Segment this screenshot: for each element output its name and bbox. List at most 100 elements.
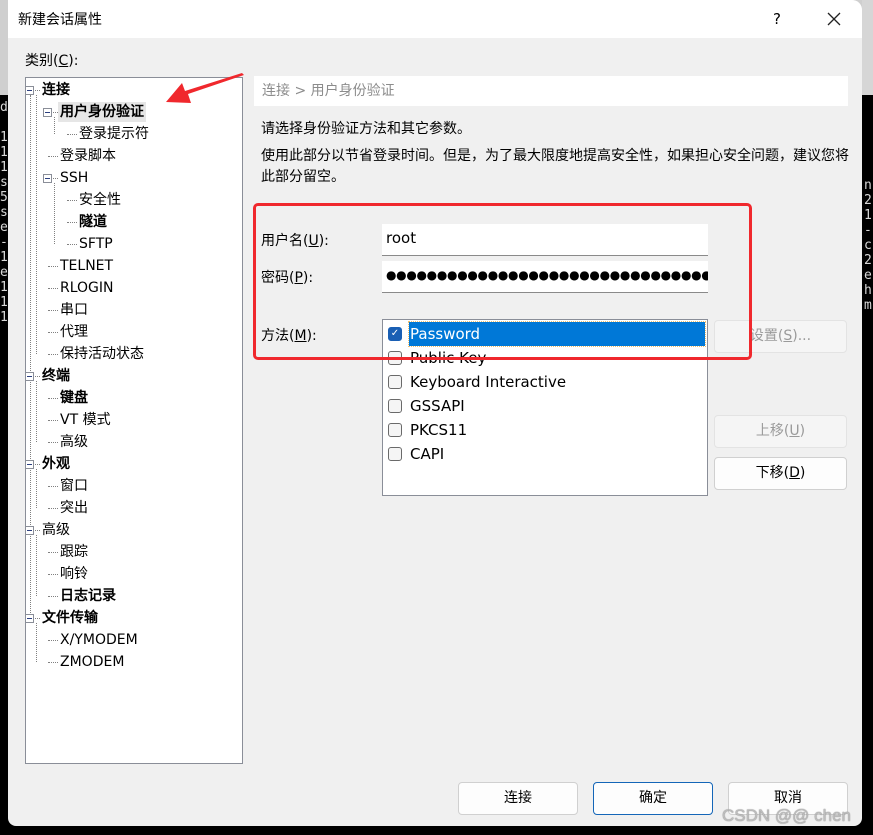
tree-connector (48, 662, 58, 663)
tree-item[interactable]: 高级 (60, 432, 88, 452)
tree-item[interactable]: 终端 (42, 366, 70, 386)
tree-item[interactable]: 串口 (60, 300, 88, 320)
title-bar: 新建会话属性 ? (8, 0, 862, 38)
tree-connector (67, 200, 77, 201)
auth-method-item[interactable]: ✓ Password (387, 321, 706, 347)
tree-connector (48, 310, 58, 311)
tree-item[interactable]: 登录脚本 (60, 146, 116, 166)
tree-item[interactable]: ZMODEM (60, 652, 124, 672)
background-terminal-right: n 2 1 - c 2 e h m (864, 178, 872, 313)
tree-item[interactable]: 安全性 (79, 190, 121, 210)
tree-item[interactable]: 突出 (60, 498, 88, 518)
tree-connector (48, 508, 58, 509)
tree-item[interactable]: 代理 (60, 322, 88, 342)
tree-item[interactable]: 登录提示符 (79, 124, 149, 144)
tree-connector (67, 244, 77, 245)
tree-item[interactable]: 保持活动状态 (60, 344, 144, 364)
auth-method-label: GSSAPI (410, 397, 465, 415)
tree-connector (48, 442, 58, 443)
session-properties-dialog: 新建会话属性 ? 类别(C): 连接 用户身份验证 登录提示符 登录脚本 SSH 安全性隧… (8, 0, 862, 826)
close-icon (827, 12, 841, 26)
collapse-toggle-icon[interactable] (25, 86, 34, 95)
tree-item[interactable]: VT 模式 (60, 410, 111, 430)
tree-connector (48, 420, 58, 421)
auth-method-label: PKCS11 (410, 421, 468, 439)
auth-method-item[interactable]: Public Key (387, 346, 705, 370)
tree-connector (54, 183, 55, 244)
tree-connector (36, 381, 37, 442)
checkbox-icon[interactable] (388, 447, 402, 461)
tree-connector (54, 117, 55, 134)
tree-connector (48, 640, 58, 641)
auth-method-label: Keyboard Interactive (410, 373, 567, 391)
tree-item[interactable]: 连接 (42, 80, 70, 100)
collapse-toggle-icon[interactable] (43, 108, 52, 117)
tree-item[interactable]: 跟踪 (60, 542, 88, 562)
collapse-toggle-icon[interactable] (25, 460, 34, 469)
tree-item[interactable]: 窗口 (60, 476, 88, 496)
auth-method-label: CAPI (410, 445, 445, 463)
watermark: CSDN @@ chen (722, 806, 851, 825)
collapse-toggle-icon[interactable] (25, 526, 34, 535)
collapse-toggle-icon[interactable] (43, 174, 52, 183)
tree-connector (48, 332, 58, 333)
tree-item[interactable]: 文件传输 (42, 608, 98, 628)
tree-connector (48, 486, 58, 487)
background-window-strip-right (862, 0, 873, 95)
password-label: 密码(P): (261, 270, 314, 286)
tree-item[interactable]: 用户身份验证 (58, 102, 146, 122)
tree-item[interactable]: 外观 (42, 454, 70, 474)
tree-item[interactable]: 响铃 (60, 564, 88, 584)
auth-method-list[interactable]: ✓ Password Public Key Keyboard Interactive G… (382, 319, 708, 496)
tree-connector (48, 552, 58, 553)
tree-connector (36, 469, 37, 508)
tree-item[interactable]: X/YMODEM (60, 630, 138, 650)
auth-method-item[interactable]: GSSAPI (387, 394, 705, 418)
move-down-button[interactable]: 下移(D) (714, 457, 847, 490)
username-label: 用户名(U): (261, 233, 329, 249)
tree-connector (48, 398, 58, 399)
tree-root-connector (30, 95, 31, 623)
ok-button[interactable]: 确定 (593, 782, 713, 815)
tree-item[interactable]: TELNET (60, 256, 113, 276)
category-tree[interactable]: 连接 用户身份验证 登录提示符 登录脚本 SSH 安全性 隧道 SFTP TELNET RLOGI… (25, 77, 243, 764)
tree-item[interactable]: 键盘 (60, 388, 88, 408)
method-label: 方法(M): (261, 328, 317, 344)
tree-connector (48, 266, 58, 267)
description-hint: 使用此部分以节省登录时间。但是，为了最大限度地提高安全性，如果担心安全问题，建议… (261, 148, 849, 185)
checkbox-icon[interactable] (388, 399, 402, 413)
password-input[interactable]: ●●●●●●●●●●●●●●●●●●●●●●●●●●●●●●●●●● (382, 261, 708, 293)
tree-item[interactable]: 高级 (42, 520, 70, 540)
tree-connector (36, 535, 37, 596)
auth-method-item[interactable]: PKCS11 (387, 418, 705, 442)
arrow-icon (166, 73, 244, 103)
tree-item[interactable]: 日志记录 (60, 586, 116, 606)
window-title: 新建会话属性 (18, 12, 102, 28)
tree-item[interactable]: RLOGIN (60, 278, 114, 298)
collapse-toggle-icon[interactable] (25, 372, 34, 381)
tree-connector (48, 354, 58, 355)
tree-connector (67, 222, 77, 223)
move-up-button[interactable]: 上移(U) (714, 415, 847, 448)
description-text: 请选择身份验证方法和其它参数。 (261, 121, 471, 137)
connect-button[interactable]: 连接 (458, 782, 578, 815)
checkbox-icon[interactable] (388, 351, 402, 365)
auth-method-item[interactable]: Keyboard Interactive (387, 370, 705, 394)
settings-button[interactable]: 设置(S)... (714, 320, 847, 353)
tree-item[interactable]: 隧道 (79, 212, 107, 232)
tree-connector (48, 288, 58, 289)
tree-item[interactable]: SFTP (79, 234, 113, 254)
background-terminal-left: d 1 1 1 s 5 s e - 1 e 1 1 1 (0, 100, 8, 325)
checkbox-icon[interactable] (388, 375, 402, 389)
checkbox-checked-icon[interactable]: ✓ (388, 327, 402, 341)
annotation-arrow (166, 73, 244, 103)
collapse-toggle-icon[interactable] (25, 614, 34, 623)
help-button[interactable]: ? (763, 6, 791, 32)
checkbox-icon[interactable] (388, 423, 402, 437)
username-input[interactable]: root (382, 224, 708, 256)
close-button[interactable] (818, 6, 850, 32)
tree-connector (48, 596, 58, 597)
auth-method-item[interactable]: CAPI (387, 442, 705, 466)
tree-item[interactable]: SSH (60, 168, 88, 188)
category-label: 类别(C): (25, 53, 79, 69)
